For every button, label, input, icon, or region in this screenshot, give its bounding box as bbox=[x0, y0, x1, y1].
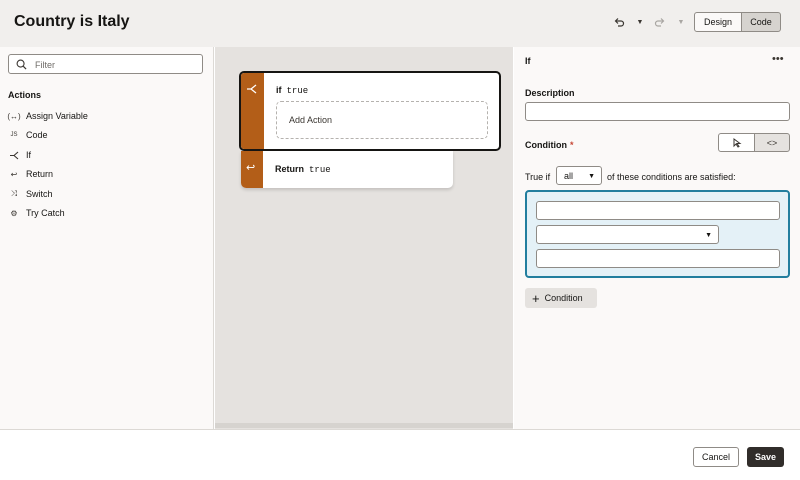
redo-dropdown-icon[interactable]: ▼ bbox=[674, 15, 688, 29]
condition-operator-select[interactable]: ▼ bbox=[536, 225, 719, 244]
required-marker: * bbox=[570, 140, 574, 150]
undo-dropdown-icon[interactable]: ▼ bbox=[633, 15, 647, 29]
switch-icon: ⤨ bbox=[10, 189, 18, 198]
return-block-stripe: ↩ bbox=[241, 151, 263, 188]
try-catch-icon: ⚙ bbox=[10, 208, 18, 218]
if-block-stripe bbox=[241, 73, 264, 149]
plus-icon: + bbox=[532, 290, 540, 306]
actions-heading: Actions bbox=[8, 90, 42, 100]
if-block[interactable]: if true Add Action bbox=[239, 71, 501, 151]
action-if[interactable]: If bbox=[8, 148, 31, 162]
add-action-dropzone[interactable]: Add Action bbox=[276, 101, 488, 139]
filter-placeholder: Filter bbox=[35, 60, 55, 70]
assign-variable-icon: (↔) bbox=[7, 111, 21, 121]
action-return[interactable]: ↩ Return bbox=[8, 167, 53, 181]
page-title: Country is Italy bbox=[14, 13, 130, 30]
if-expression: true bbox=[286, 86, 309, 96]
properties-panel: If ••• Description Condition * <> True if… bbox=[514, 47, 800, 429]
condition-group: ▼ bbox=[525, 190, 790, 278]
redo-icon[interactable] bbox=[653, 15, 667, 29]
if-branch-icon bbox=[247, 84, 257, 94]
add-condition-button[interactable]: + Condition bbox=[525, 288, 597, 308]
undo-icon[interactable] bbox=[612, 15, 626, 29]
action-code[interactable]: JS Code bbox=[8, 128, 48, 142]
code-brackets-icon: <> bbox=[766, 137, 778, 148]
header: Country is Italy ▼ ▼ Design Code bbox=[0, 0, 800, 47]
cancel-button[interactable]: Cancel bbox=[693, 447, 739, 467]
action-label: Switch bbox=[26, 189, 53, 199]
condition-builder-mode-button[interactable] bbox=[718, 133, 755, 152]
condition-left-operand-input[interactable] bbox=[536, 201, 780, 220]
code-toggle-button[interactable]: Code bbox=[741, 12, 781, 32]
if-block-label: if true bbox=[276, 85, 308, 96]
design-toggle-button[interactable]: Design bbox=[694, 12, 742, 32]
footer: Cancel Save bbox=[0, 429, 800, 480]
condition-right-operand-input[interactable] bbox=[536, 249, 780, 268]
if-branch-icon bbox=[8, 149, 20, 161]
return-icon: ↩ bbox=[10, 169, 18, 179]
chevron-down-icon: ▼ bbox=[588, 173, 595, 180]
description-input[interactable] bbox=[525, 102, 790, 121]
properties-title: If bbox=[525, 56, 531, 66]
return-block[interactable]: ↩ Return true bbox=[241, 151, 453, 188]
actions-panel: Filter Actions (↔) Assign Variable JS Co… bbox=[0, 47, 214, 429]
condition-label: Condition * bbox=[525, 140, 574, 150]
if-keyword: if bbox=[276, 85, 282, 95]
action-switch[interactable]: ⤨ Switch bbox=[8, 187, 53, 201]
match-type-select[interactable]: all ▼ bbox=[556, 166, 602, 185]
action-label: Assign Variable bbox=[26, 111, 88, 121]
action-try-catch[interactable]: ⚙ Try Catch bbox=[8, 206, 65, 220]
action-label: Try Catch bbox=[26, 208, 65, 218]
chevron-down-icon: ▼ bbox=[705, 232, 712, 239]
search-icon bbox=[16, 59, 27, 70]
action-label: Return bbox=[26, 169, 54, 179]
canvas-horizontal-scrollbar[interactable] bbox=[215, 423, 513, 428]
return-block-label: Return true bbox=[275, 164, 331, 175]
return-expression: true bbox=[309, 165, 331, 175]
action-assign-variable[interactable]: (↔) Assign Variable bbox=[7, 109, 88, 123]
action-label: If bbox=[26, 150, 32, 160]
description-label: Description bbox=[525, 88, 575, 98]
match-type-value: all bbox=[564, 170, 574, 181]
add-condition-label: Condition bbox=[544, 293, 583, 303]
return-icon: ↩ bbox=[246, 162, 256, 174]
js-code-icon: JS bbox=[10, 132, 18, 138]
more-options-icon[interactable]: ••• bbox=[772, 53, 784, 65]
filter-input[interactable]: Filter bbox=[8, 54, 203, 74]
condition-code-mode-button[interactable]: <> bbox=[754, 133, 790, 152]
action-label: Code bbox=[26, 130, 48, 140]
save-button[interactable]: Save bbox=[747, 447, 784, 467]
return-keyword: Return bbox=[275, 164, 304, 174]
true-if-label: True if bbox=[525, 172, 551, 182]
satisfied-label: of these conditions are satisfied: bbox=[607, 172, 736, 182]
cursor-icon bbox=[733, 137, 741, 148]
